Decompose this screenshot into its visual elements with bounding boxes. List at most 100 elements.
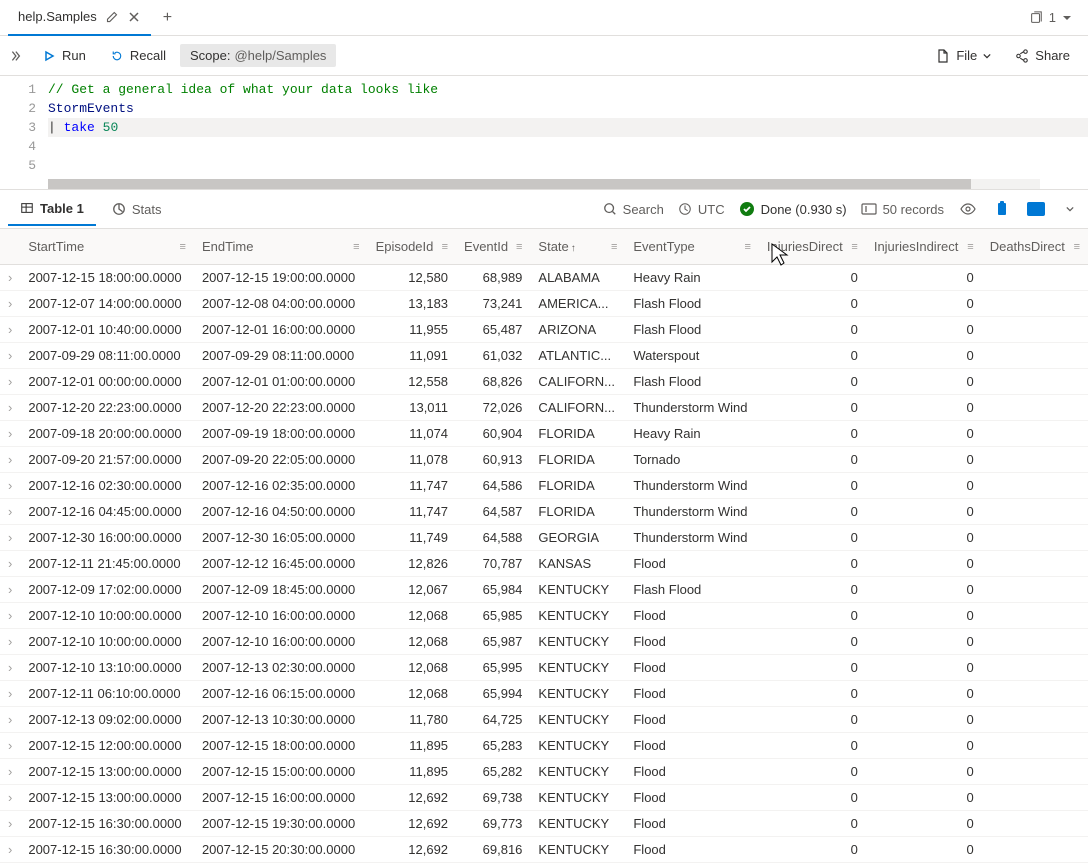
table-row[interactable]: ›2007-09-18 20:00:00.00002007-09-19 18:0… (0, 421, 1088, 447)
column-menu-icon[interactable]: ≡ (611, 241, 617, 253)
expand-row-icon[interactable]: › (0, 369, 20, 395)
expand-row-icon[interactable]: › (0, 811, 20, 837)
table-row[interactable]: ›2007-12-15 16:30:00.00002007-12-15 20:3… (0, 837, 1088, 863)
file-icon (936, 49, 950, 63)
table-row[interactable]: ›2007-12-16 04:45:00.00002007-12-16 04:5… (0, 499, 1088, 525)
column-State[interactable]: State↑≡ (530, 229, 625, 265)
table-row[interactable]: ›2007-12-10 10:00:00.00002007-12-10 16:0… (0, 603, 1088, 629)
edit-icon[interactable] (105, 10, 119, 24)
table-row[interactable]: ›2007-12-10 10:00:00.00002007-12-10 16:0… (0, 629, 1088, 655)
expand-row-icon[interactable]: › (0, 291, 20, 317)
column-EventId[interactable]: EventId≡ (456, 229, 530, 265)
expand-row-icon[interactable]: › (0, 785, 20, 811)
expand-row-icon[interactable]: › (0, 629, 20, 655)
query-status: Done (0.930 s) (739, 201, 847, 217)
results-table-wrap[interactable]: StartTime≡EndTime≡EpisodeId≡EventId≡Stat… (0, 229, 1088, 865)
stats-tab[interactable]: Stats (100, 194, 174, 225)
add-tab-button[interactable]: + (163, 9, 172, 27)
file-menu[interactable]: File (926, 42, 1001, 69)
table-row[interactable]: ›2007-12-09 17:02:00.00002007-12-09 18:4… (0, 577, 1088, 603)
column-menu-icon[interactable]: ≡ (442, 241, 448, 253)
expand-row-icon[interactable]: › (0, 343, 20, 369)
color-button[interactable] (1026, 199, 1046, 219)
table-tab[interactable]: Table 1 (8, 193, 96, 226)
table-row[interactable]: ›2007-12-20 22:23:00.00002007-12-20 22:2… (0, 395, 1088, 421)
copy-icon (1029, 11, 1043, 25)
table-row[interactable]: ›2007-12-10 13:10:00.00002007-12-13 02:3… (0, 655, 1088, 681)
table-row[interactable]: ›2007-09-29 08:11:00.00002007-09-29 08:1… (0, 343, 1088, 369)
tab-count[interactable]: 1 (1029, 10, 1072, 25)
editor-hscroll[interactable] (48, 179, 1040, 189)
expand-row-icon[interactable]: › (0, 707, 20, 733)
expand-row-icon[interactable]: › (0, 837, 20, 863)
recall-icon (110, 49, 124, 63)
run-button[interactable]: Run (32, 42, 96, 69)
editor-code[interactable]: // Get a general idea of what your data … (48, 80, 1088, 175)
expand-row-icon[interactable]: › (0, 577, 20, 603)
column-menu-icon[interactable]: ≡ (967, 241, 973, 253)
clock-icon (678, 202, 692, 216)
close-icon[interactable] (127, 10, 141, 24)
expand-row-icon[interactable]: › (0, 681, 20, 707)
expand-row-icon[interactable]: › (0, 447, 20, 473)
expand-row-icon[interactable]: › (0, 473, 20, 499)
expand-row-icon[interactable]: › (0, 655, 20, 681)
copy-button[interactable] (992, 199, 1012, 219)
expand-row-icon[interactable]: › (0, 395, 20, 421)
expand-row-icon[interactable]: › (0, 499, 20, 525)
column-InjuriesIndirect[interactable]: InjuriesIndirect≡ (866, 229, 982, 265)
table-row[interactable]: ›2007-12-30 16:00:00.00002007-12-30 16:0… (0, 525, 1088, 551)
column-InjuriesDirect[interactable]: InjuriesDirect≡ (759, 229, 866, 265)
expand-row-icon[interactable]: › (0, 525, 20, 551)
column-EventType[interactable]: EventType≡ (625, 229, 759, 265)
column-EndTime[interactable]: EndTime≡ (194, 229, 368, 265)
table-row[interactable]: ›2007-09-20 21:57:00.00002007-09-20 22:0… (0, 447, 1088, 473)
recall-button[interactable]: Recall (100, 42, 176, 69)
table-row[interactable]: ›2007-12-15 13:00:00.00002007-12-15 15:0… (0, 759, 1088, 785)
table-icon (20, 201, 34, 215)
query-tab[interactable]: help.Samples (8, 0, 151, 36)
chevrons-icon[interactable] (8, 49, 22, 63)
table-row[interactable]: ›2007-12-11 06:10:00.00002007-12-16 06:1… (0, 681, 1088, 707)
chevron-down-icon (1062, 13, 1072, 23)
more-options[interactable] (1060, 199, 1080, 219)
column-menu-icon[interactable]: ≡ (851, 241, 857, 253)
table-row[interactable]: ›2007-12-01 10:40:00.00002007-12-01 16:0… (0, 317, 1088, 343)
play-icon (42, 49, 56, 63)
expand-row-icon[interactable]: › (0, 421, 20, 447)
column-menu-icon[interactable]: ≡ (180, 241, 186, 253)
expand-row-icon[interactable]: › (0, 759, 20, 785)
column-DeathsDirect[interactable]: DeathsDirect≡ (982, 229, 1088, 265)
search-button[interactable]: Search (603, 202, 664, 217)
results-tabs: Table 1 Stats Search UTC Done (0.930 s) … (0, 189, 1088, 229)
table-row[interactable]: ›2007-12-01 00:00:00.00002007-12-01 01:0… (0, 369, 1088, 395)
table-row[interactable]: ›2007-12-07 14:00:00.00002007-12-08 04:0… (0, 291, 1088, 317)
records-icon (861, 203, 877, 215)
table-row[interactable]: ›2007-12-13 09:02:00.00002007-12-13 10:3… (0, 707, 1088, 733)
table-row[interactable]: ›2007-12-16 02:30:00.00002007-12-16 02:3… (0, 473, 1088, 499)
expand-row-icon[interactable]: › (0, 265, 20, 291)
expand-row-icon[interactable]: › (0, 733, 20, 759)
column-menu-icon[interactable]: ≡ (353, 241, 359, 253)
column-EpisodeId[interactable]: EpisodeId≡ (368, 229, 456, 265)
timezone-toggle[interactable]: UTC (678, 202, 725, 217)
tab-title: help.Samples (18, 9, 97, 24)
hide-empty-button[interactable] (958, 199, 978, 219)
expand-row-icon[interactable]: › (0, 603, 20, 629)
query-editor[interactable]: 12345 // Get a general idea of what your… (0, 76, 1088, 179)
scope-selector[interactable]: Scope: @help/Samples (180, 44, 336, 67)
table-row[interactable]: ›2007-12-15 12:00:00.00002007-12-15 18:0… (0, 733, 1088, 759)
table-row[interactable]: ›2007-12-15 16:30:00.00002007-12-15 19:3… (0, 811, 1088, 837)
column-menu-icon[interactable]: ≡ (516, 241, 522, 253)
share-button[interactable]: Share (1005, 42, 1080, 69)
column-menu-icon[interactable]: ≡ (744, 241, 750, 253)
column-StartTime[interactable]: StartTime≡ (20, 229, 194, 265)
table-row[interactable]: ›2007-12-15 13:00:00.00002007-12-15 16:0… (0, 785, 1088, 811)
table-row[interactable]: ›2007-12-11 21:45:00.00002007-12-12 16:4… (0, 551, 1088, 577)
toolbar: Run Recall Scope: @help/Samples File Sha… (0, 36, 1088, 76)
table-row[interactable]: ›2007-12-15 18:00:00.00002007-12-15 19:0… (0, 265, 1088, 291)
editor-gutter: 12345 (0, 80, 48, 175)
expand-row-icon[interactable]: › (0, 317, 20, 343)
column-menu-icon[interactable]: ≡ (1074, 241, 1080, 253)
expand-row-icon[interactable]: › (0, 551, 20, 577)
